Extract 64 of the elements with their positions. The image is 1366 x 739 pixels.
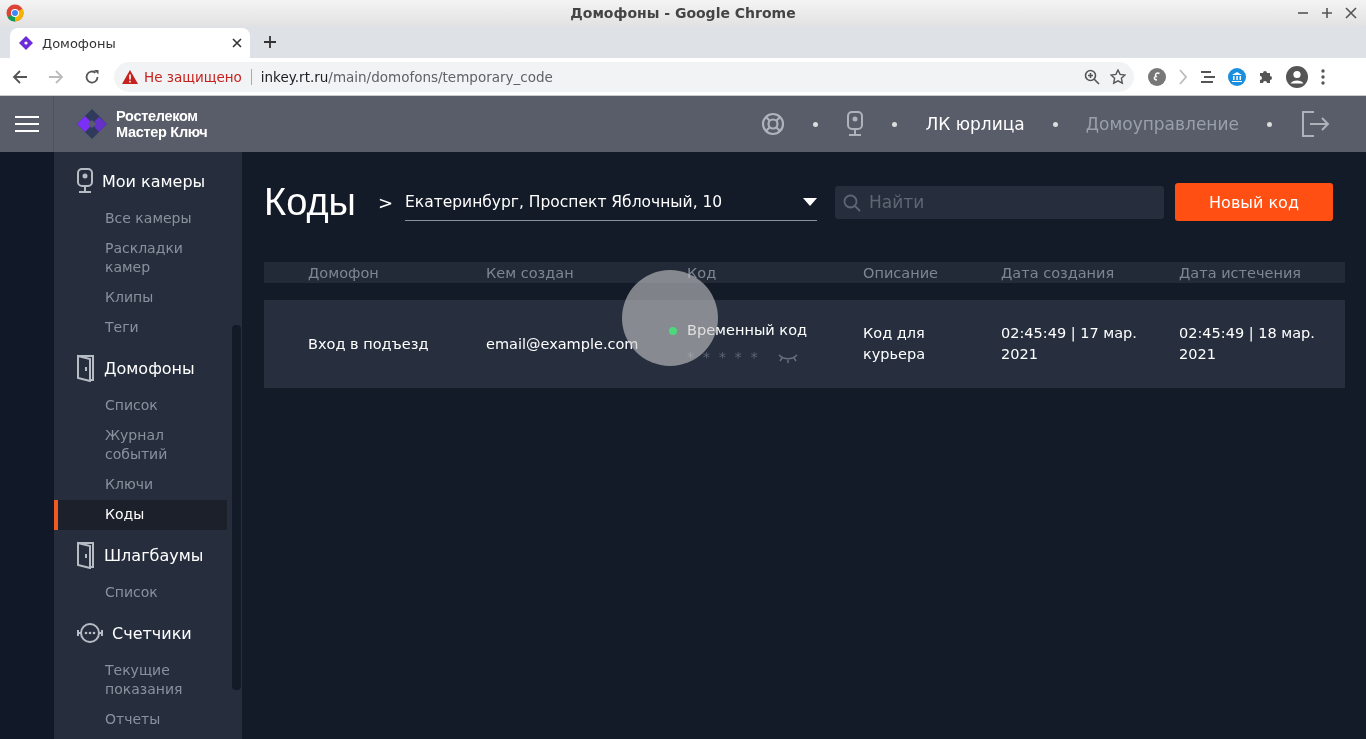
diamond-icon: [18, 35, 34, 51]
sidebar-item[interactable]: Отчеты: [54, 705, 227, 735]
table-cell-text: Вход в подъезд: [308, 334, 430, 354]
column-header: Домофон: [308, 264, 380, 281]
logout-icon[interactable]: [1300, 110, 1330, 138]
section-title[interactable]: Домофоны: [104, 358, 195, 378]
logo-icon: [76, 108, 108, 140]
sidebar-item[interactable]: Клипы: [54, 283, 227, 313]
sidebar-item[interactable]: Теги: [54, 313, 227, 343]
table-cell-text: 02:45:49 | 18 мар. 2021: [1179, 324, 1316, 364]
extension-icon[interactable]: [1148, 67, 1166, 86]
eye-closed-icon[interactable]: [777, 352, 798, 363]
masked-code: * * * * *: [687, 348, 760, 367]
table-cell-text: Код для курьера: [863, 324, 927, 364]
browser-logo-icon: [6, 4, 24, 22]
table-cell-text: 02:45:49 | 17 мар. 2021: [1001, 324, 1138, 364]
sidebar-item[interactable]: Все камеры: [54, 204, 227, 234]
section-title[interactable]: Мои камеры: [102, 171, 206, 191]
sidebar-item[interactable]: Ключи: [54, 470, 227, 500]
column-header: Дата истечения: [1179, 264, 1303, 281]
zoom-icon[interactable]: [1084, 68, 1100, 85]
sidebar-item[interactable]: Журнал событий: [54, 421, 227, 470]
webcam-icon: [76, 168, 94, 194]
sidebar-item[interactable]: Список: [54, 578, 227, 608]
url-text: inkey.rt.ru/main/domofons/temporary_code: [260, 68, 553, 85]
window-title: Домофоны - Google Chrome: [570, 5, 796, 21]
section-title[interactable]: Счетчики: [112, 623, 192, 643]
column-header: Код: [687, 264, 718, 281]
close-icon[interactable]: [232, 38, 242, 48]
sidebar-item[interactable]: Список: [54, 391, 227, 421]
column-header: Дата создания: [1001, 264, 1116, 281]
page-title: Коды: [264, 180, 356, 224]
door-icon: [76, 354, 96, 382]
address-bar[interactable]: Не защищено inkey.rt.ru/main/domofons/temporary_code: [114, 61, 1134, 92]
menu-icon[interactable]: [1320, 67, 1326, 86]
meter-icon: [76, 622, 104, 644]
nav-link[interactable]: ЛК юрлица: [925, 114, 1025, 134]
column-header: Описание: [863, 264, 939, 281]
lines-icon[interactable]: [1200, 69, 1216, 84]
breadcrumb-separator: >: [377, 191, 393, 213]
table-cell-text: email@example.com: [486, 334, 640, 354]
profile-icon[interactable]: [1286, 65, 1308, 88]
tab-title: Домофоны: [42, 35, 117, 51]
caret-icon: [803, 197, 817, 206]
security-label: Не защищено: [144, 68, 242, 85]
code-type: Временный код: [687, 321, 808, 340]
column-header: Кем создан: [486, 264, 575, 281]
sidebar-item[interactable]: Коды: [54, 500, 227, 530]
browser-tab[interactable]: Домофоны: [10, 28, 250, 58]
puzzle-icon[interactable]: [1258, 68, 1274, 85]
search-field[interactable]: Найти: [835, 185, 1164, 219]
section-title[interactable]: Шлагбаумы: [104, 545, 204, 565]
warning-icon: [122, 69, 138, 84]
sidebar-item[interactable]: Раскладки камер: [54, 234, 227, 283]
bank-icon[interactable]: [1228, 67, 1246, 86]
star-icon[interactable]: [1110, 68, 1126, 85]
address-dropdown[interactable]: Екатеринбург, Проспект Яблочный, 10: [405, 183, 817, 221]
sidebar-item[interactable]: Текущие показания: [54, 656, 227, 705]
nav-link[interactable]: Домоуправление: [1085, 114, 1239, 134]
brand-name: Ростелеком Мастер Ключ: [116, 108, 208, 140]
webcam-icon[interactable]: [846, 111, 865, 137]
new-code-button[interactable]: Новый код: [1175, 183, 1333, 221]
support-icon[interactable]: [761, 112, 786, 136]
door-icon: [76, 541, 96, 569]
